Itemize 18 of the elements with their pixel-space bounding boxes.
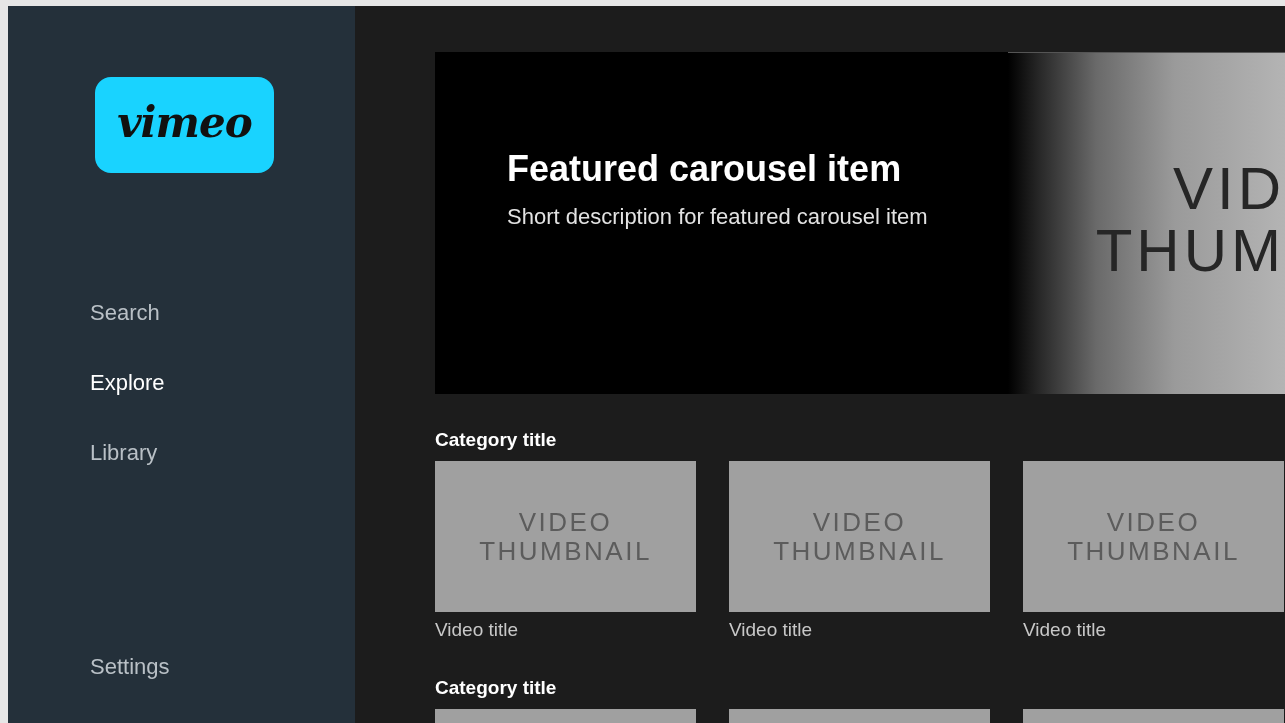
carousel-description: Short description for featured carousel item (507, 204, 929, 230)
category-title: Category title (435, 429, 557, 451)
next-carousel-thumbnail[interactable]: VID THUM (1008, 52, 1285, 394)
vimeo-logo: vimeo (95, 77, 274, 173)
thumbnail-placeholder-text: VIDEO THUMBNAIL (1067, 507, 1240, 566)
featured-carousel[interactable]: Featured carousel item Short description for featured carousel item VID THUM (435, 52, 1285, 394)
category-title: Category title (435, 677, 557, 699)
thumbnail-placeholder-text: VIDEO THUMBNAIL (479, 507, 652, 566)
nav-item[interactable]: Search (90, 301, 160, 325)
thumbnail-placeholder-text: VIDEO THUMBNAIL (773, 507, 946, 566)
settings-item[interactable]: Settings (90, 655, 170, 679)
nav-item[interactable]: Library (90, 441, 158, 465)
video-title: Video title (1023, 619, 1107, 641)
carousel-title: Featured carousel item (507, 148, 903, 190)
thumbnail-placeholder-text: VID THUM (1095, 157, 1285, 282)
video-title: Video title (729, 619, 813, 641)
video-title: Video title (435, 619, 519, 641)
nav-item[interactable]: Explore (90, 371, 165, 395)
